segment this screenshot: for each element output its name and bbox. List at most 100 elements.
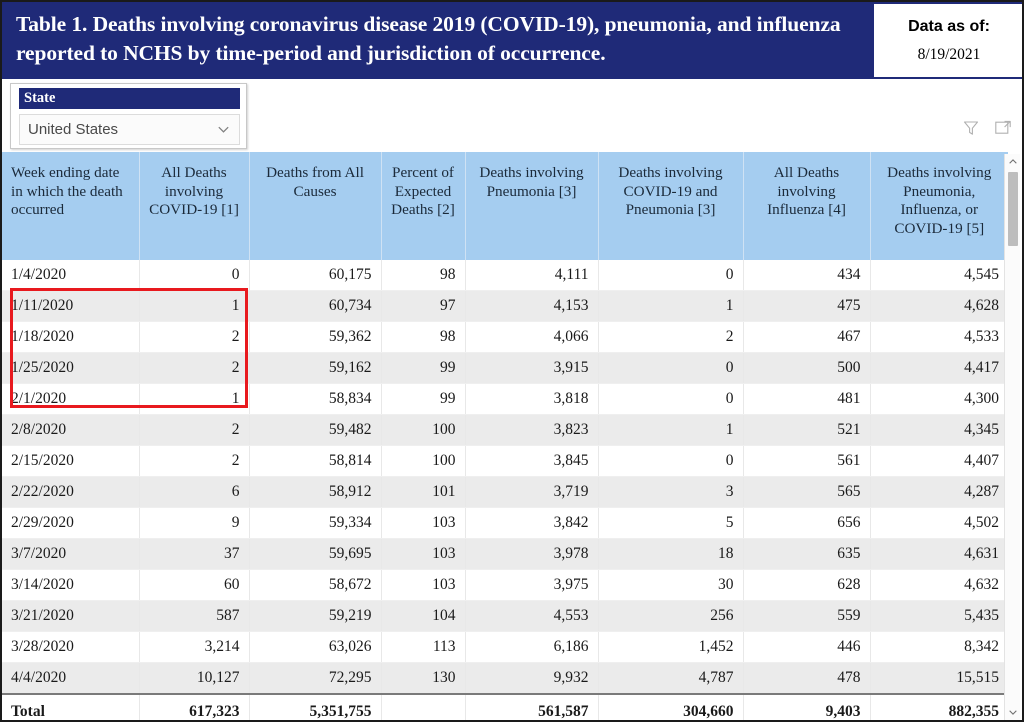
cell-combined: 4,407 (870, 445, 1008, 477)
cell-combined: 4,631 (870, 538, 1008, 570)
column-header-combined[interactable]: Deaths involving Pneumonia, Influenza, o… (870, 152, 1008, 260)
cell-week: 1/25/2020 (2, 352, 140, 384)
cell-pctexp: 103 (381, 507, 466, 539)
cell-covidpneu: 4,787 (598, 662, 744, 695)
column-header-percent-expected[interactable]: Percent of Expected Deaths [2] (381, 152, 466, 260)
state-dropdown[interactable]: United States (19, 114, 240, 145)
data-as-of-box: Data as of: 8/19/2021 (873, 4, 1022, 77)
cell-flu: 559 (743, 600, 871, 632)
table-row[interactable]: 1/11/2020 1 60,734 97 4,153 1 475 4,628 (2, 290, 1008, 322)
cell-covidpneu: 256 (598, 600, 744, 632)
chevron-up-icon[interactable] (1005, 154, 1021, 170)
table-row[interactable]: 2/1/2020 1 58,834 99 3,818 0 481 4,300 (2, 383, 1008, 415)
table-row[interactable]: 3/28/2020 3,214 63,026 113 6,186 1,452 446 8,34… (2, 631, 1008, 663)
cell-pctexp: 113 (381, 631, 466, 663)
cell-week: 1/4/2020 (2, 260, 140, 291)
cell-covidpneu: 3 (598, 476, 744, 508)
cell-combined: 4,300 (870, 383, 1008, 415)
focus-mode-icon[interactable] (994, 119, 1012, 137)
cell-allcause: 60,734 (249, 290, 382, 322)
cell-combined: 4,502 (870, 507, 1008, 539)
column-header-pneumonia[interactable]: Deaths involving Pneumonia [3] (465, 152, 599, 260)
cell-covid: 1 (139, 290, 250, 322)
chevron-down-icon[interactable] (1005, 704, 1021, 720)
total-cell-covid: 617,323 (139, 693, 250, 720)
data-as-of-label: Data as of: (908, 17, 990, 35)
cell-week: 3/14/2020 (2, 569, 140, 601)
cell-allcause: 60,175 (249, 260, 382, 291)
cell-pctexp: 100 (381, 445, 466, 477)
cell-week: 2/1/2020 (2, 383, 140, 415)
cell-covidpneu: 1 (598, 414, 744, 446)
slicer-row: State United States (2, 79, 1022, 152)
column-header-covid[interactable]: All Deaths involving COVID-19 [1] (139, 152, 250, 260)
cell-allcause: 72,295 (249, 662, 382, 695)
table-row[interactable]: 3/7/2020 37 59,695 103 3,978 18 635 4,631 (2, 538, 1008, 570)
cell-week: 1/11/2020 (2, 290, 140, 322)
table-row[interactable]: 1/4/2020 0 60,175 98 4,111 0 434 4,545 (2, 260, 1008, 291)
cell-allcause: 63,026 (249, 631, 382, 663)
column-header-covid-pneumonia[interactable]: Deaths involving COVID-19 and Pneumonia … (598, 152, 744, 260)
table-row[interactable]: 3/14/2020 60 58,672 103 3,975 30 628 4,632 (2, 569, 1008, 601)
cell-pneu: 3,842 (465, 507, 599, 539)
filter-icon[interactable] (962, 119, 980, 137)
cell-week: 4/4/2020 (2, 662, 140, 695)
cell-covidpneu: 1,452 (598, 631, 744, 663)
cell-week: 3/7/2020 (2, 538, 140, 570)
cell-covid: 587 (139, 600, 250, 632)
total-cell-pctexp (381, 693, 466, 720)
cell-flu: 565 (743, 476, 871, 508)
table-body: 1/4/2020 0 60,175 98 4,111 0 434 4,545 1/11/2020… (2, 260, 1008, 720)
cell-covidpneu: 0 (598, 383, 744, 415)
cell-covid: 3,214 (139, 631, 250, 663)
cell-covid: 2 (139, 352, 250, 384)
cell-pneu: 3,915 (465, 352, 599, 384)
cell-flu: 656 (743, 507, 871, 539)
state-dropdown-value: United States (28, 121, 119, 138)
cell-covidpneu: 5 (598, 507, 744, 539)
cell-allcause: 58,672 (249, 569, 382, 601)
cell-covid: 9 (139, 507, 250, 539)
cell-week: 2/8/2020 (2, 414, 140, 446)
cell-pctexp: 99 (381, 383, 466, 415)
table-row[interactable]: 2/15/2020 2 58,814 100 3,845 0 561 4,407 (2, 445, 1008, 477)
table-row[interactable]: 4/4/2020 10,127 72,295 130 9,932 4,787 478 15,5… (2, 662, 1008, 695)
cell-covid: 10,127 (139, 662, 250, 695)
data-as-of-value: 8/19/2021 (917, 45, 981, 63)
total-cell-pneu: 561,587 (465, 693, 599, 720)
cell-allcause: 59,482 (249, 414, 382, 446)
cell-week: 2/22/2020 (2, 476, 140, 508)
table-row[interactable]: 1/18/2020 2 59,362 98 4,066 2 467 4,533 (2, 321, 1008, 353)
cell-pctexp: 98 (381, 260, 466, 291)
cell-pctexp: 100 (381, 414, 466, 446)
cell-flu: 628 (743, 569, 871, 601)
scroll-thumb[interactable] (1008, 172, 1018, 246)
cell-allcause: 59,162 (249, 352, 382, 384)
cell-pctexp: 103 (381, 569, 466, 601)
cell-covid: 60 (139, 569, 250, 601)
total-cell-allcause: 5,351,755 (249, 693, 382, 720)
table-row[interactable]: 3/21/2020 587 59,219 104 4,553 256 559 5,435 (2, 600, 1008, 632)
cell-covidpneu: 2 (598, 321, 744, 353)
cell-pneu: 3,845 (465, 445, 599, 477)
cell-allcause: 59,219 (249, 600, 382, 632)
cell-week: 3/21/2020 (2, 600, 140, 632)
table-row[interactable]: 2/29/2020 9 59,334 103 3,842 5 656 4,502 (2, 507, 1008, 539)
cell-allcause: 59,362 (249, 321, 382, 353)
cell-flu: 434 (743, 260, 871, 291)
column-header-all-causes[interactable]: Deaths from All Causes (249, 152, 382, 260)
table-vertical-scrollbar[interactable] (1004, 154, 1020, 720)
table-row[interactable]: 2/22/2020 6 58,912 101 3,719 3 565 4,287 (2, 476, 1008, 508)
cell-flu: 475 (743, 290, 871, 322)
table-row[interactable]: 1/25/2020 2 59,162 99 3,915 0 500 4,417 (2, 352, 1008, 384)
title-banner: Table 1. Deaths involving coronavirus di… (2, 2, 1022, 79)
cell-pneu: 3,719 (465, 476, 599, 508)
column-header-influenza[interactable]: All Deaths involving Influenza [4] (743, 152, 871, 260)
table-row[interactable]: 2/8/2020 2 59,482 100 3,823 1 521 4,345 (2, 414, 1008, 446)
cell-allcause: 58,814 (249, 445, 382, 477)
cell-pneu: 3,975 (465, 569, 599, 601)
data-table-container[interactable]: Week ending date in which the death occu… (2, 152, 1022, 720)
page-title: Table 1. Deaths involving coronavirus di… (16, 12, 841, 65)
column-header-week[interactable]: Week ending date in which the death occu… (2, 152, 140, 260)
cell-week: 2/29/2020 (2, 507, 140, 539)
